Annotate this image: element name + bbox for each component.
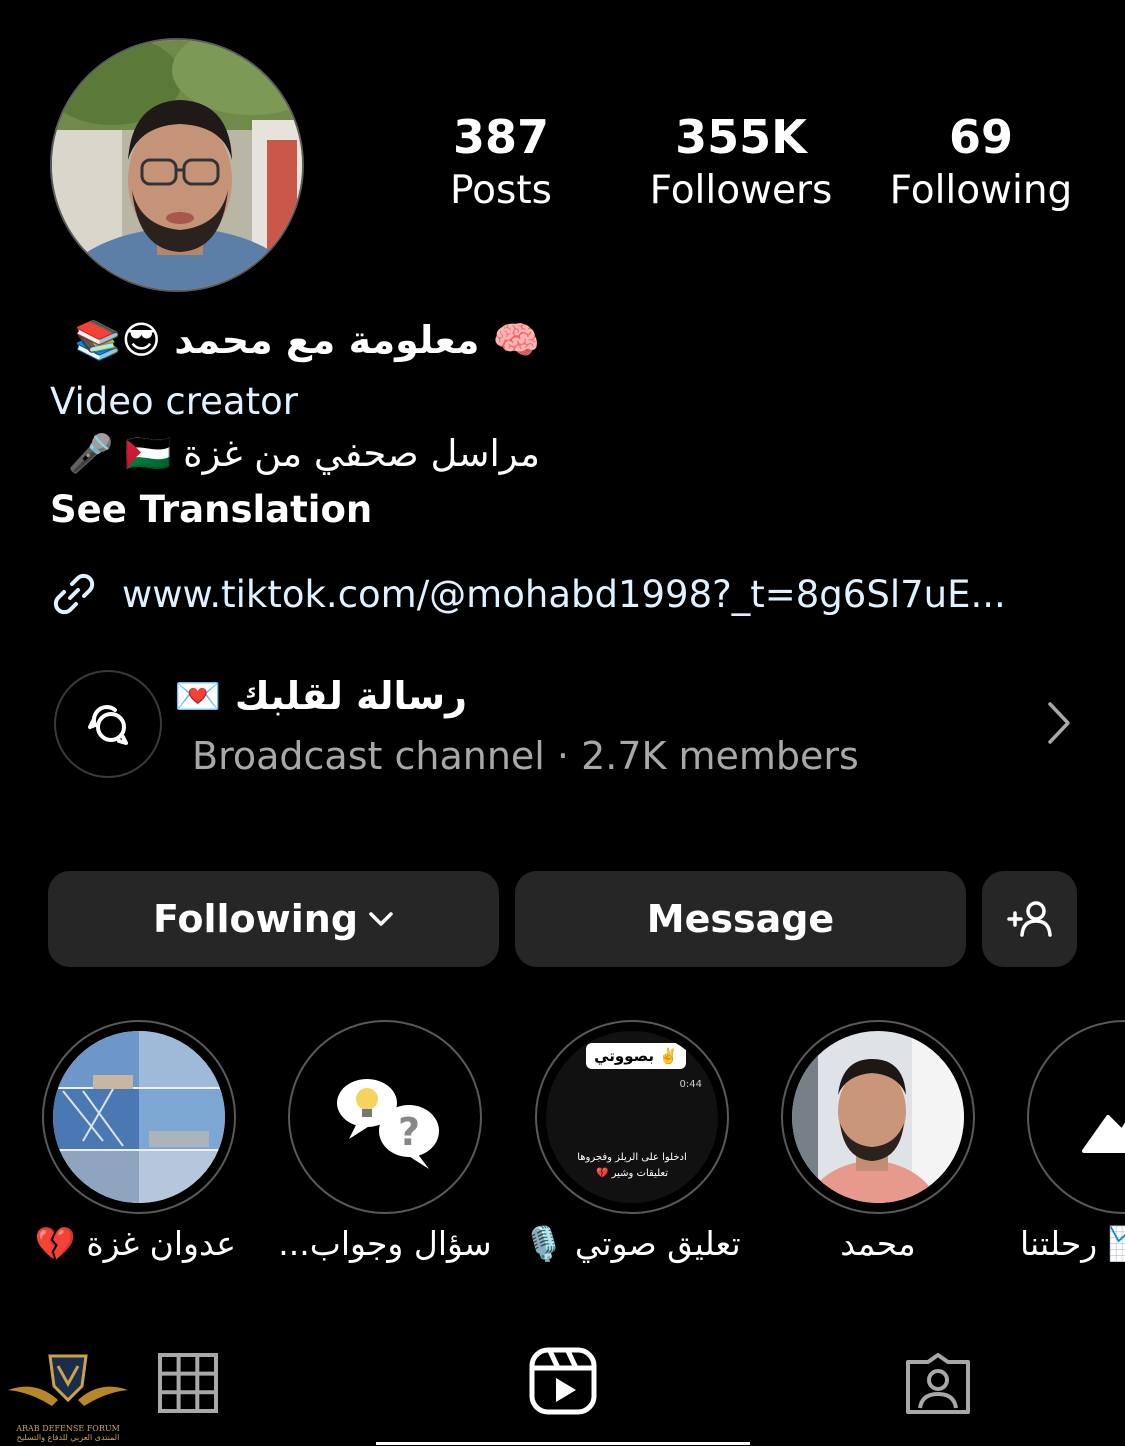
tab-reels[interactable] (528, 1346, 598, 1420)
message-button-label: Message (646, 897, 835, 941)
tab-tagged[interactable] (904, 1352, 972, 1420)
broadcast-channel-row[interactable]: رسالة لقلبك 💌 Broadcast channel · 2.7K m… (54, 668, 1084, 780)
highlight-cover-portrait (792, 1031, 964, 1203)
profile-category[interactable]: Video creator (50, 380, 298, 423)
profile-avatar[interactable] (50, 38, 304, 292)
following-count[interactable]: 69 Following (871, 108, 1091, 216)
mountain-icon (1082, 1115, 1125, 1153)
following-label: Following (889, 168, 1073, 213)
following-button-label: Following (152, 897, 359, 941)
chevron-down-icon (369, 912, 393, 926)
reels-icon (529, 1347, 597, 1415)
voice-caption-2: تعليقات وشير 💔 (595, 1168, 668, 1179)
grid-icon (158, 1353, 218, 1413)
suggested-users-button[interactable] (982, 871, 1077, 967)
voice-tag: بصووتي ✌️ (586, 1043, 686, 1069)
highlight-cover-image (53, 1031, 225, 1203)
highlight-mohammed[interactable] (781, 1020, 975, 1214)
see-translation-link[interactable]: See Translation (50, 488, 372, 531)
tab-posts-grid[interactable] (157, 1352, 219, 1418)
link-icon (53, 573, 95, 615)
followers-number: 355K (675, 110, 807, 164)
watermark-text-ar: المنتدى العربي للدفاع والتسليح (16, 1433, 120, 1442)
profile-link-text: www.tiktok.com/@mohabd1998?_t=8g6Sl7uE..… (122, 572, 1006, 616)
broadcast-channel-icon (54, 670, 162, 778)
highlight-qa[interactable]: ? (288, 1020, 482, 1214)
forum-watermark: ARAB DEFENSE FORUM المنتدى العربي للدفاع… (6, 1350, 130, 1442)
highlight-label-journey: 📉 رحلتنا (1020, 1224, 1125, 1263)
posts-number: 387 (452, 110, 550, 164)
following-number: 69 (948, 110, 1013, 164)
following-button[interactable]: Following (48, 871, 499, 967)
followers-label: Followers (649, 168, 833, 213)
chevron-right-icon (1048, 702, 1070, 744)
posts-count[interactable]: 387 Posts (391, 108, 611, 216)
highlight-voice-comment[interactable]: بصووتي ✌️ 0:44 ادخلوا على الريلز وفجروها… (535, 1020, 729, 1214)
highlight-label-voice: تعليق صوتي 🎙️ (523, 1224, 741, 1263)
broadcast-channel-subtitle: Broadcast channel · 2.7K members (192, 734, 859, 778)
voice-time: 0:44 (679, 1079, 702, 1090)
voice-caption-1: ادخلوا على الريلز وفجروها (577, 1152, 687, 1163)
profile-bio-text: مراسل صحفي من غزة 🇵🇸 🎤 (67, 432, 541, 475)
tagged-icon (906, 1353, 970, 1414)
watermark-text-en: ARAB DEFENSE FORUM (16, 1424, 120, 1433)
add-person-icon (1006, 901, 1052, 937)
highlight-label-qa: سؤال وجواب... (278, 1224, 492, 1263)
avatar-photo (52, 40, 302, 290)
highlight-cover-screenshot: بصووتي ✌️ 0:44 ادخلوا على الريلز وفجروها… (546, 1031, 718, 1203)
message-button[interactable]: Message (515, 871, 966, 967)
svg-text:?: ? (398, 1110, 420, 1154)
highlight-gaza[interactable] (42, 1020, 236, 1214)
broadcast-channel-title: رسالة لقلبك 💌 (174, 674, 467, 718)
profile-link[interactable]: www.tiktok.com/@mohabd1998?_t=8g6Sl7uE..… (48, 568, 1006, 620)
lightbulb-question-icon: ? (337, 1079, 439, 1169)
highlight-label-gaza: عدوان غزة 💔 (34, 1224, 236, 1263)
highlight-journey[interactable] (1027, 1020, 1125, 1214)
highlight-label-mohammed: محمد (840, 1224, 916, 1263)
profile-display-name: 🧠 معلومة مع محمد 😎📚 (74, 318, 540, 362)
forum-logo (8, 1354, 128, 1406)
active-tab-indicator (376, 1442, 750, 1445)
posts-label: Posts (450, 168, 552, 213)
followers-count[interactable]: 355K Followers (631, 108, 851, 216)
